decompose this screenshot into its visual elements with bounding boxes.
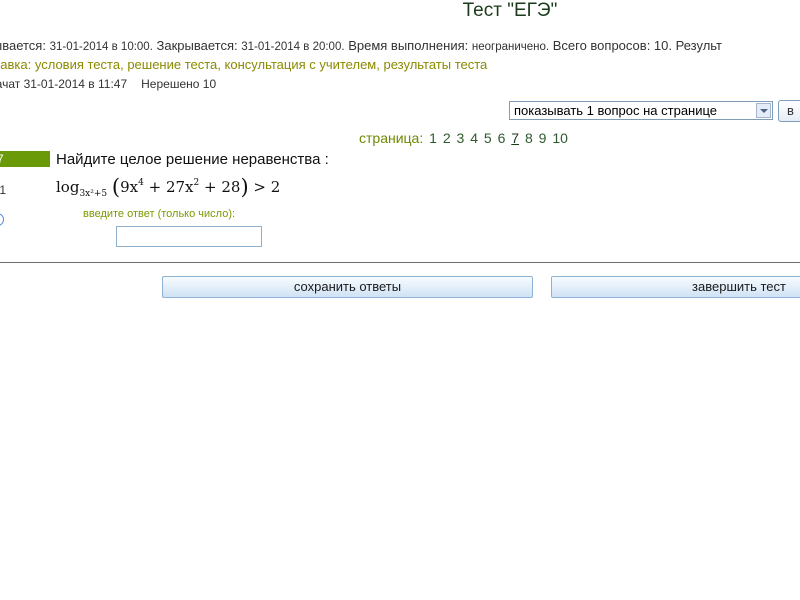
link-test-results[interactable]: результаты теста	[383, 57, 487, 72]
result-label: Результ	[675, 38, 722, 53]
divider	[0, 262, 800, 263]
page-link-4[interactable]: 4	[470, 130, 478, 146]
inequality-formula: log3x²+5 (9x4 + 27x2 + 28) > 2	[56, 175, 280, 199]
opens-value: 31-01-2014 в 10:00.	[49, 41, 153, 53]
time-label: Время выполнения:	[348, 38, 469, 53]
closes-label: Закрывается:	[156, 38, 238, 53]
question-weight: /1	[0, 183, 7, 197]
formula-close-paren: )	[240, 175, 249, 199]
page-link-5[interactable]: 5	[484, 130, 492, 146]
page-link-1[interactable]: 1	[429, 130, 437, 146]
page-title: Тест "ЕГЭ"	[462, 0, 558, 21]
page-link-3[interactable]: 3	[457, 130, 465, 146]
select-value: показывать 1 вопрос на странице	[514, 103, 718, 118]
test-info-line: ткрывается: 31-01-2014 в 10:00. Закрывае…	[0, 38, 722, 53]
closes-value: 31-01-2014 в 20:00.	[241, 41, 345, 53]
test-status: Начат 31-01-2014 в 11:47 Нерешено 10	[0, 77, 216, 91]
question-status-circle-icon	[0, 213, 4, 226]
page-link-7-current[interactable]: 7	[511, 130, 519, 146]
formula-open-paren: (	[111, 175, 121, 199]
page-link-8[interactable]: 8	[525, 130, 533, 146]
help-links: правка: условия теста, решение теста, ко…	[0, 57, 487, 72]
finish-test-button[interactable]: завершить тест	[551, 276, 800, 298]
page-link-2[interactable]: 2	[443, 130, 451, 146]
page-link-10[interactable]: 10	[552, 130, 568, 146]
link-teacher-consultation[interactable]: консультация с учителем,	[225, 57, 380, 72]
started-time: Начат 31-01-2014 в 11:47	[0, 77, 128, 91]
formula-term-1: 9x	[120, 178, 139, 196]
help-label: правка:	[0, 57, 32, 72]
opens-label: ткрывается:	[0, 38, 46, 53]
total-questions: Всего вопросов: 10.	[552, 38, 672, 53]
chevron-down-icon[interactable]	[756, 103, 771, 118]
apply-view-button[interactable]: в	[778, 100, 800, 122]
formula-term-2: + 27x	[143, 178, 194, 196]
question-number-badge: 7	[0, 151, 50, 167]
pager-label: страница:	[359, 130, 424, 146]
link-test-conditions[interactable]: условия теста,	[35, 57, 124, 72]
formula-log: log	[56, 178, 80, 196]
unsolved-count: Нерешено 10	[141, 77, 217, 91]
questions-per-page-select[interactable]: показывать 1 вопрос на странице	[509, 101, 773, 120]
page-link-6[interactable]: 6	[498, 130, 506, 146]
formula-term-3: + 28	[199, 178, 241, 196]
time-value: неограничено.	[471, 41, 550, 53]
answer-label: введите ответ (только число):	[83, 208, 236, 220]
answer-input[interactable]	[116, 226, 262, 247]
pagination: страница: 1 2 3 4 5 6 7 8 9 10	[359, 130, 568, 146]
link-test-solution[interactable]: решение теста,	[127, 57, 221, 72]
formula-relation: > 2	[248, 178, 281, 196]
page-link-9[interactable]: 9	[539, 130, 547, 146]
save-answers-button[interactable]: сохранить ответы	[162, 276, 533, 298]
finish-test-label: завершить тест	[692, 279, 786, 294]
formula-base: 3x²+5	[79, 189, 108, 199]
question-text: Найдите целое решение неравенства :	[56, 151, 329, 168]
